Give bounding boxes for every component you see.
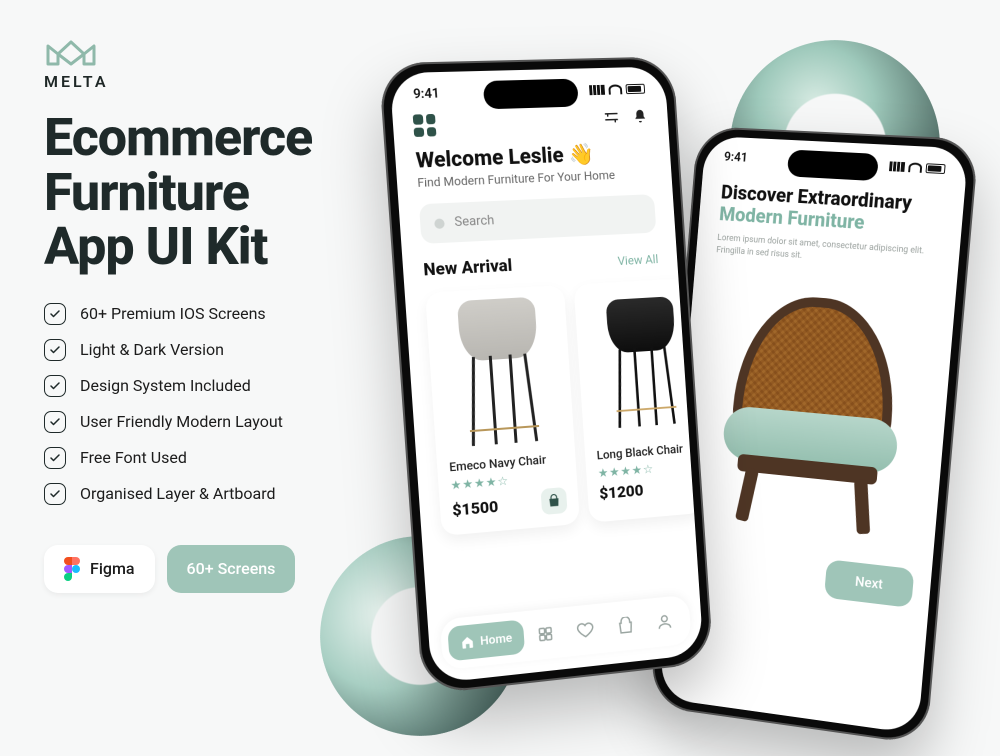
filter-icon[interactable] — [602, 108, 621, 130]
phone-home-screen: 9:41 Welcome Les — [389, 66, 703, 683]
bell-icon[interactable] — [631, 107, 650, 129]
product-price: $1500 — [452, 496, 499, 519]
check-icon — [44, 303, 66, 325]
product-image — [438, 296, 563, 454]
section-title: New Arrival — [423, 256, 513, 281]
check-icon — [44, 483, 66, 505]
screens-badge[interactable]: 60+ Screens — [167, 545, 296, 593]
feature-text: 60+ Premium IOS Screens — [80, 304, 266, 323]
search-icon — [434, 218, 445, 229]
feature-text: User Friendly Modern Layout — [80, 412, 283, 431]
battery-icon — [625, 83, 645, 93]
add-to-bag-button[interactable] — [540, 487, 567, 515]
view-all-link[interactable]: View All — [617, 252, 658, 268]
product-image — [586, 289, 687, 443]
onboarding-hero-image — [693, 271, 936, 559]
feature-text: Design System Included — [80, 376, 251, 395]
signal-icon — [589, 84, 605, 94]
dynamic-island — [787, 149, 879, 181]
menu-grid-icon[interactable] — [413, 114, 437, 137]
wifi-icon — [908, 162, 922, 172]
nav-favorites[interactable] — [565, 611, 606, 649]
check-icon — [44, 339, 66, 361]
product-price: $1200 — [599, 480, 644, 503]
brand-name: MELTA — [44, 72, 109, 91]
phone-mockups: 9:41 Welcome Les — [360, 60, 980, 740]
nav-home[interactable]: Home — [447, 619, 525, 661]
feature-text: Light & Dark Version — [80, 340, 224, 359]
nav-profile[interactable] — [645, 603, 685, 640]
armchair-icon — [706, 291, 921, 539]
signal-icon — [889, 161, 905, 172]
screens-badge-label: 60+ Screens — [187, 559, 276, 578]
melta-mark-icon — [44, 34, 98, 70]
battery-icon — [926, 163, 946, 174]
product-card[interactable]: Long Black Chair ★★★★☆ $1200 — [573, 278, 703, 523]
feature-text: Free Font Used — [80, 448, 187, 467]
product-card[interactable]: Emeco Navy Chair ★★★★☆ $1500 — [425, 285, 580, 536]
status-time: 9:41 — [413, 86, 440, 102]
onboarding-description: Lorem ipsum dolor sit amet, consectetur … — [716, 232, 939, 271]
welcome-block: Welcome Leslie 👋 Find Modern Furniture F… — [394, 128, 672, 192]
figma-badge[interactable]: Figma — [44, 545, 155, 593]
nav-home-label: Home — [480, 631, 513, 648]
check-icon — [44, 447, 66, 469]
feature-text: Organised Layer & Artboard — [80, 484, 276, 503]
nav-explore[interactable] — [524, 615, 565, 653]
bottom-nav: Home — [440, 595, 692, 671]
wifi-icon — [608, 84, 622, 94]
search-input[interactable]: Search — [419, 194, 657, 244]
nav-cart[interactable] — [605, 607, 645, 644]
status-time: 9:41 — [723, 150, 748, 165]
phone-onboarding-screen: 9:41 Discover Extraordinary Modern Furni… — [659, 136, 968, 734]
next-button[interactable]: Next — [824, 559, 915, 608]
search-placeholder: Search — [454, 213, 495, 230]
chair-grey-icon — [451, 296, 550, 453]
figma-badge-label: Figma — [90, 559, 135, 578]
dynamic-island — [483, 79, 579, 110]
chair-black-icon — [600, 296, 686, 434]
figma-icon — [64, 557, 80, 581]
check-icon — [44, 375, 66, 397]
phone-home: 9:41 Welcome Les — [378, 56, 713, 695]
next-button-label: Next — [854, 574, 883, 593]
onboarding-title: Discover Extraordinary Modern Furniture — [718, 181, 943, 238]
product-cards: Emeco Navy Chair ★★★★☆ $1500 — [404, 271, 694, 546]
check-icon — [44, 411, 66, 433]
